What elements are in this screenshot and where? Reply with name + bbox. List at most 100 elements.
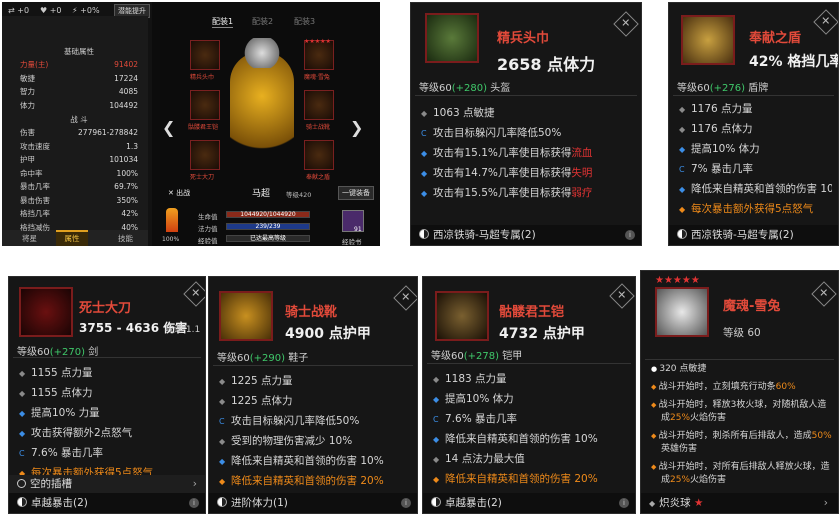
- pet-item-icon: [655, 287, 709, 337]
- bullet-icon: ◆: [19, 389, 26, 398]
- affix-line: ◆ 1225 点体力: [219, 391, 411, 411]
- pet-skill-line: ◆ 战斗开始时，立刻填充行动条60%: [651, 382, 796, 392]
- slot-shield[interactable]: [304, 140, 334, 170]
- item-name: 精兵头巾: [497, 31, 550, 46]
- affix-line: C 攻击目标躲闪几率降低50%: [219, 411, 411, 431]
- affix-list: ◆ 1225 点力量 ◆ 1225 点体力 C 攻击目标躲闪几率降低50% ◆ 受到的物理伤害…: [219, 371, 411, 491]
- info-icon[interactable]: i: [619, 498, 629, 508]
- stat-row: 命中率 100%: [20, 167, 138, 180]
- tab-loadout-2[interactable]: 配装2: [252, 16, 273, 27]
- bullet-icon: ◆: [219, 377, 226, 386]
- bullet-icon: ◆: [651, 383, 659, 391]
- bullet-icon: ◆: [219, 457, 226, 466]
- close-icon[interactable]: ✕: [393, 285, 417, 311]
- item-level-line: 等级60(+280) 头盔: [419, 83, 511, 94]
- stat-value: 277961-278842: [78, 128, 138, 137]
- base-stats-header: 基础属性: [64, 47, 94, 56]
- empty-socket[interactable]: 空的插槽 ›: [9, 475, 205, 493]
- item-name: 骷髅君王铠: [499, 305, 565, 320]
- prev-hero-arrow-icon[interactable]: ❮: [162, 118, 175, 137]
- tooltip-shield: 奉献之盾 42% 格挡几率 ✕ 等级60(+276) 盾牌 ◆ 1176 点力量 ◆…: [668, 2, 839, 246]
- pet-skill-footer[interactable]: ◆ 炽炎球 ★ ›: [641, 493, 838, 513]
- helmet-item-icon: [425, 13, 479, 63]
- debuff-name: 流血: [571, 147, 593, 159]
- stat-name: 智力: [20, 87, 35, 96]
- tooltip-helmet: 精兵头巾 2658 点体力 ✕ 等级60(+280) 头盔 ◆ 1063 点敏捷 C…: [410, 2, 642, 246]
- slot-helmet-label: 精兵头巾: [190, 74, 215, 81]
- affix-line: ◆ 提高10% 体力: [679, 139, 832, 159]
- bullet-icon: ◆: [433, 475, 440, 484]
- item-level-line: 等级60(+276) 盾牌: [677, 83, 769, 94]
- stat-name: 攻击速度: [20, 141, 50, 151]
- affix-line: ◆ 受到的物理伤害减少 10%: [219, 431, 411, 451]
- resource-3: ⚡ +0%: [72, 6, 100, 15]
- pet-skill-line: ◆ 战斗开始时，刺杀所有后排敌人，造成50%英雄伤害: [651, 431, 832, 454]
- tab-skills[interactable]: 技能: [118, 233, 133, 244]
- affix-line: ◆ 1225 点力量: [219, 371, 411, 391]
- bullet-icon: ◆: [421, 149, 428, 158]
- affix-line: ◆ 1176 点体力: [679, 119, 832, 139]
- stat-name: 命中率: [20, 168, 43, 178]
- set-bonus-footer: 卓越暴击(2) i: [9, 493, 205, 513]
- item-name: 魔魂-雪兔: [723, 299, 781, 314]
- item-name: 骑士战靴: [285, 305, 338, 320]
- item-main-stat: 4732 点护甲: [499, 326, 585, 342]
- close-icon[interactable]: ✕: [811, 281, 837, 307]
- bullet-icon: C: [433, 415, 439, 424]
- info-icon[interactable]: i: [625, 230, 635, 240]
- bullet-icon: C: [219, 417, 225, 426]
- stat-value: 91402: [114, 60, 138, 69]
- hero-helmet-plume: [238, 38, 286, 68]
- stat-value: 17224: [114, 73, 138, 83]
- socket-ring-icon: [17, 479, 26, 488]
- close-icon[interactable]: ✕: [813, 9, 838, 35]
- tab-general[interactable]: 将星: [22, 233, 37, 244]
- close-icon[interactable]: ✕: [609, 283, 635, 309]
- close-icon[interactable]: ✕: [183, 281, 205, 307]
- slot-helmet[interactable]: [190, 40, 220, 70]
- tooltip-pet: ★★★★★ 魔魂-雪兔 等级 60 ✕ ● 320 点敏捷 ◆ 战斗开始时，立刻填…: [640, 270, 839, 514]
- affix-line: ◆ 攻击有15.5%几率使目标获得弱疗: [421, 183, 635, 203]
- bullet-icon: ◆: [651, 432, 659, 440]
- stat-name: 暴击伤害: [20, 195, 50, 205]
- slot-weapon-label: 死士大刀: [190, 174, 215, 181]
- info-icon[interactable]: i: [401, 498, 411, 508]
- armor-item-icon: [435, 291, 489, 341]
- stat-name: 体力: [20, 100, 35, 110]
- affix-line: ◆ 14 点法力最大值: [433, 449, 629, 469]
- stat-value: 350%: [116, 195, 138, 205]
- yin-yang-icon: [677, 229, 687, 239]
- slot-armor[interactable]: [190, 90, 220, 120]
- bullet-icon: ◆: [679, 125, 686, 134]
- dispatch-toggle[interactable]: ✕ 出战: [168, 188, 190, 198]
- yin-yang-icon: [431, 497, 441, 507]
- item-name: 奉献之盾: [749, 31, 802, 46]
- stat-name: 伤害: [20, 128, 35, 137]
- info-icon[interactable]: i: [189, 498, 199, 508]
- stat-row: 伤害 277961-278842: [20, 126, 138, 139]
- affix-line: ◆ 降低来自精英和首领的伤害 10%: [219, 451, 411, 471]
- boots-item-icon: [219, 291, 273, 341]
- hp-label: 生命值: [198, 213, 218, 221]
- exp-book-count: 91: [354, 226, 362, 233]
- slot-weapon[interactable]: [190, 140, 220, 170]
- flame-icon: [166, 208, 178, 232]
- bullet-icon: ◆: [219, 397, 226, 406]
- one-click-equip-button[interactable]: 一键装备: [338, 186, 374, 200]
- stat-row: 护甲 101034: [20, 153, 138, 166]
- debuff-name: 弱疗: [571, 187, 593, 199]
- sword-item-icon: [19, 287, 73, 337]
- bullet-icon: ◆: [19, 409, 26, 418]
- tab-loadout-3[interactable]: 配装3: [294, 16, 315, 27]
- close-icon[interactable]: ✕: [613, 11, 639, 37]
- exp-label: 经验值: [198, 237, 218, 245]
- exp-bar: 已达最高等级: [226, 235, 310, 242]
- item-level-line: 等级60(+270) 剑: [17, 347, 99, 358]
- mp-label: 法力值: [198, 225, 218, 233]
- bullet-icon: C: [679, 165, 685, 174]
- next-hero-arrow-icon[interactable]: ❯: [350, 118, 363, 137]
- item-level-line: 等级60(+278) 铠甲: [431, 351, 523, 362]
- stat-name: 敏捷: [20, 73, 35, 83]
- tab-loadout-1[interactable]: 配装1: [212, 16, 234, 28]
- slot-boots[interactable]: [304, 90, 334, 120]
